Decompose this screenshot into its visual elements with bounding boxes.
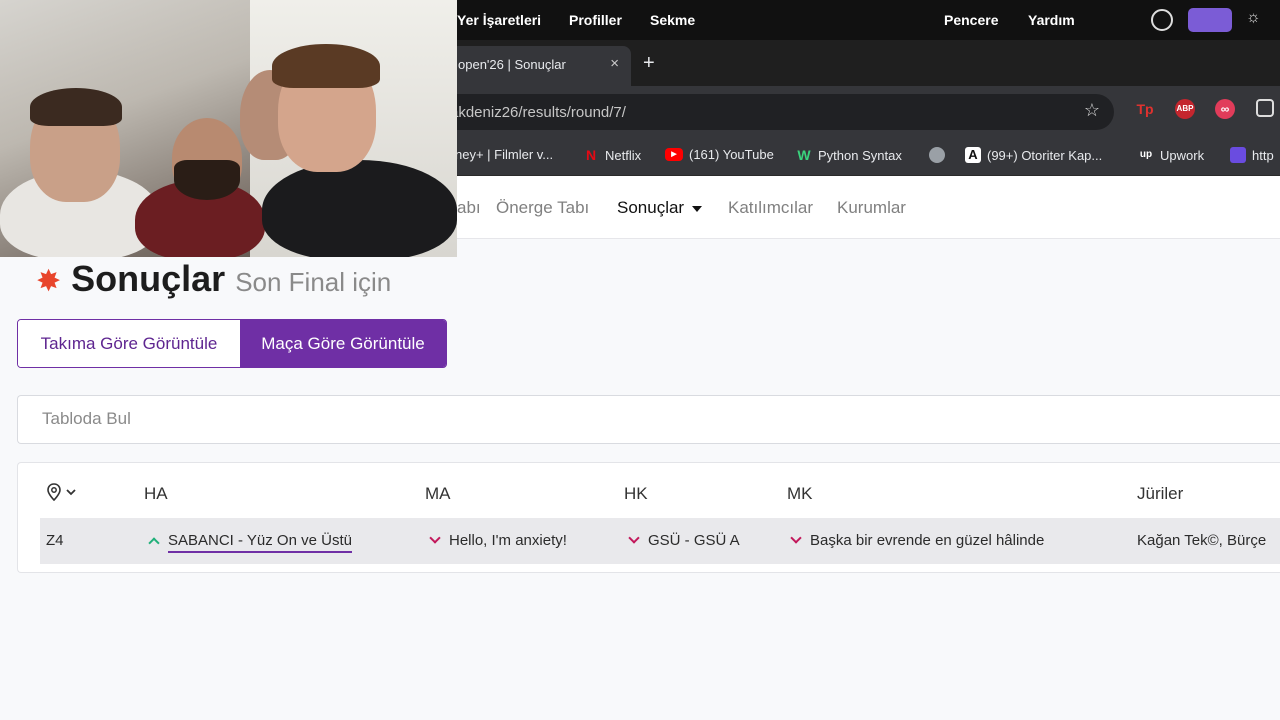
table-search (17, 395, 1280, 444)
a-icon: A (965, 147, 981, 163)
youtube-icon: ▶ (665, 148, 683, 161)
extension-loop-icon[interactable]: ∞ (1215, 99, 1235, 119)
webcam-person-2-beard (174, 160, 240, 200)
view-toggle: Takıma Göre Görüntüle Maça Göre Görüntül… (17, 319, 447, 368)
page-subtitle: Son Final için (235, 267, 392, 297)
judges-cell: Kağan Tek©, Bürçe (1137, 532, 1267, 549)
column-header-ha[interactable]: HA (144, 484, 168, 504)
nav-results-label: Sonuçlar (617, 198, 685, 217)
bookmark-youtube[interactable]: ▶ (161) YouTube (665, 147, 774, 162)
page-title: Sonuçlar (71, 258, 226, 299)
page-heading: ✸ Sonuçlar Son Final için (36, 258, 391, 300)
status-icon[interactable] (1151, 9, 1173, 31)
globe-icon (929, 147, 945, 163)
bookmark-label: ney+ | Filmler v... (455, 147, 554, 162)
menu-help[interactable]: Yardım (1028, 12, 1075, 28)
screen-share-icon[interactable] (1188, 8, 1232, 32)
column-header-hk[interactable]: HK (624, 484, 648, 504)
bookmark-python-syntax[interactable]: W Python Syntax (796, 147, 902, 163)
close-icon[interactable]: × (610, 55, 619, 72)
table-search-input[interactable] (42, 409, 642, 429)
hk-cell: GSÜ - GSÜ A (628, 532, 740, 549)
bookmark-upwork[interactable]: up Upwork (1138, 147, 1204, 163)
bookmark-label: http (1252, 147, 1274, 163)
location-pin-icon (47, 483, 76, 502)
menu-tab[interactable]: Sekme (650, 12, 695, 28)
ma-cell: Hello, I'm anxiety! (429, 532, 567, 549)
nav-participants[interactable]: Katılımcılar (728, 198, 813, 218)
brightness-icon[interactable]: ☼ (1246, 9, 1268, 31)
view-by-team-button[interactable]: Takıma Göre Görüntüle (18, 320, 240, 367)
extension-tp-icon[interactable]: Tp (1135, 99, 1155, 119)
hk-team-link[interactable]: GSÜ - GSÜ A (648, 532, 740, 549)
nav-results[interactable]: Sonuçlar (617, 198, 703, 218)
bookmark-netflix[interactable]: N Netflix (583, 147, 641, 163)
results-table: HA MA HK MK Jüriler Z4 SABANCI - Yüz On … (17, 462, 1280, 573)
mk-team-link[interactable]: Başka bir evrende en güzel hâlinde (810, 532, 1044, 549)
bookmark-label: Upwork (1160, 147, 1205, 163)
bookmark-label: (99+) Otoriter Kap... (987, 147, 1103, 163)
tab-title: open'26 | Sonuçlar (458, 57, 566, 72)
loss-chevron-down-icon (628, 532, 640, 544)
menu-bookmarks[interactable]: Yer İşaretleri (457, 12, 541, 28)
mk-cell: Başka bir evrende en güzel hâlinde (790, 532, 1044, 549)
bookmark-label: Python Syntax (818, 147, 902, 163)
address-bar[interactable]: akdeniz26/results/round/7/ ☆ (420, 94, 1114, 130)
loss-chevron-down-icon (429, 532, 441, 544)
extension-abp-icon[interactable]: ABP (1175, 99, 1195, 119)
bookmark-star-icon[interactable]: ☆ (1084, 100, 1100, 121)
url-text[interactable]: akdeniz26/results/round/7/ (450, 104, 626, 121)
webcam-overlay (0, 0, 457, 257)
tab-results[interactable]: open'26 | Sonuçlar × (446, 46, 631, 86)
bookmark-http[interactable]: http (1230, 147, 1274, 163)
view-by-match-button[interactable]: Maça Göre Görüntüle (240, 320, 446, 367)
bookmark-label: Netflix (605, 147, 642, 163)
menu-window[interactable]: Pencere (944, 12, 998, 28)
room-sort-header[interactable] (46, 482, 80, 507)
nav-motion-tab[interactable]: Önerge Tabı (496, 198, 589, 218)
webcam-person-4-shirt (262, 160, 457, 257)
nav-institutions[interactable]: Kurumlar (837, 198, 906, 218)
table-row: Z4 SABANCI - Yüz On ve Üstü Hello, I'm a… (40, 518, 1280, 564)
loss-chevron-down-icon (790, 532, 802, 544)
w-icon: W (797, 147, 811, 163)
nav-partial-tab[interactable]: abı (457, 198, 481, 218)
column-header-ma[interactable]: MA (425, 484, 451, 504)
netflix-icon: N (585, 147, 597, 163)
bookmark-disney[interactable]: ney+ | Filmler v... (455, 147, 553, 162)
menu-profiles[interactable]: Profiller (569, 12, 622, 28)
link-icon (1230, 147, 1246, 163)
webcam-person-1-hair (30, 88, 122, 126)
column-header-mk[interactable]: MK (787, 484, 813, 504)
room-cell: Z4 (46, 532, 64, 549)
bookmark-globe[interactable] (929, 147, 945, 163)
extensions-puzzle-icon[interactable] (1256, 99, 1274, 117)
ha-team-link[interactable]: SABANCI - Yüz On ve Üstü (168, 532, 352, 553)
new-tab-icon[interactable]: + (643, 52, 655, 75)
upwork-icon: up (1139, 149, 1153, 160)
bookmark-label: (161) YouTube (689, 147, 774, 162)
webcam-person-4-hair (272, 44, 380, 88)
bookmark-otoriter[interactable]: A (99+) Otoriter Kap... (965, 147, 1102, 163)
win-chevron-up-icon (148, 537, 160, 549)
chevron-down-icon (692, 205, 703, 212)
collision-icon: ✸ (36, 265, 62, 298)
ma-team-link[interactable]: Hello, I'm anxiety! (449, 532, 567, 549)
ha-cell: SABANCI - Yüz On ve Üstü (148, 532, 352, 553)
column-header-judges[interactable]: Jüriler (1137, 484, 1183, 504)
